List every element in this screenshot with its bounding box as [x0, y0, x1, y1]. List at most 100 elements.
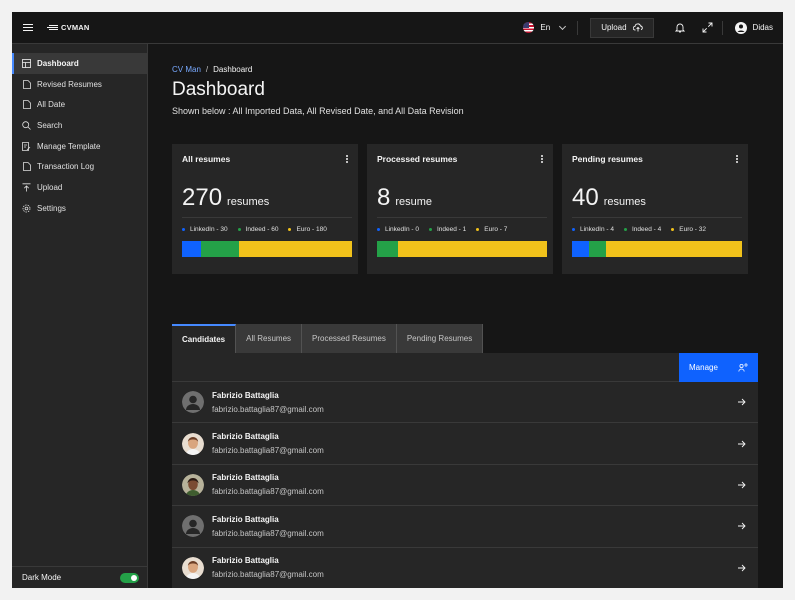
- sidebar-item-label: All Date: [37, 100, 66, 110]
- page-title: Dashboard: [172, 79, 265, 100]
- candidate-list: Fabrizio Battaglia fabrizio.battaglia87@g…: [172, 382, 758, 588]
- arrow-right-icon[interactable]: [737, 398, 746, 407]
- language-selector[interactable]: En: [511, 22, 577, 33]
- breadcrumb-link-cv-man[interactable]: CV Man: [172, 65, 201, 74]
- sidebar-item-label: Manage Template: [37, 141, 101, 151]
- tab-processed-resumes[interactable]: Processed Resumes: [302, 324, 397, 353]
- chevron-down-icon: [559, 22, 567, 30]
- candidates-panel: Manage Fabrizio Battaglia fabrizio.battag…: [172, 353, 758, 588]
- breadcrumb: CV Man / Dashboard: [172, 65, 252, 74]
- sidebar-item-label: Dashboard: [37, 58, 79, 68]
- tab-candidates[interactable]: Candidates: [172, 324, 237, 353]
- summary-cards: All resumes 270 resumes LinkedIn - 30 In…: [172, 144, 748, 274]
- sidebar-item-manage-template[interactable]: Manage Template: [12, 136, 147, 157]
- hamburger-menu-icon[interactable]: [12, 12, 44, 44]
- candidate-row[interactable]: Fabrizio Battaglia fabrizio.battaglia87@g…: [172, 423, 758, 465]
- avatar: [182, 432, 204, 455]
- avatar: [182, 391, 204, 414]
- fullscreen-icon[interactable]: [694, 12, 722, 44]
- card-count: 40: [572, 184, 599, 211]
- dark-mode-label: Dark Mode: [22, 573, 62, 582]
- language-label: En: [540, 23, 551, 32]
- bar-segment-euro: [238, 241, 352, 257]
- arrow-right-icon[interactable]: [737, 480, 746, 489]
- upload-button[interactable]: Upload: [590, 17, 654, 38]
- card-processed-resumes: Processed resumes 8 resume LinkedIn - 0 …: [367, 144, 553, 274]
- bar-segment-linkedin: [572, 241, 589, 257]
- gear-icon: [22, 204, 31, 213]
- candidate-email: fabrizio.battaglia87@gmail.com: [212, 404, 324, 414]
- tab-all-resumes[interactable]: All Resumes: [236, 324, 303, 353]
- candidate-name: Fabrizio Battaglia: [212, 473, 279, 483]
- bar-segment-indeed: [377, 241, 399, 257]
- candidate-row[interactable]: Fabrizio Battaglia fabrizio.battaglia87@g…: [172, 548, 758, 588]
- user-settings-icon: [738, 363, 748, 372]
- notification-bell-icon[interactable]: [666, 12, 694, 44]
- candidate-row[interactable]: Fabrizio Battaglia fabrizio.battaglia87@g…: [172, 506, 758, 548]
- candidate-name: Fabrizio Battaglia: [212, 432, 279, 442]
- arrow-right-icon[interactable]: [737, 563, 746, 572]
- breadcrumb-current: Dashboard: [213, 65, 253, 74]
- upload-icon: [22, 183, 31, 192]
- sidebar-item-revised-resumes[interactable]: Revised Resumes: [12, 74, 147, 95]
- overflow-menu-icon[interactable]: [346, 155, 348, 163]
- card-title: All resumes: [182, 154, 231, 164]
- candidate-row[interactable]: Fabrizio Battaglia fabrizio.battaglia87@g…: [172, 382, 758, 424]
- card-legend: LinkedIn - 0 Indeed - 1 Euro - 7: [377, 226, 543, 233]
- top-header: CVMAN En Upload Didas: [12, 12, 783, 44]
- bar-segment-linkedin: [182, 241, 201, 257]
- dark-mode-row: Dark Mode: [12, 566, 147, 588]
- card-title: Processed resumes: [377, 154, 458, 164]
- dark-mode-toggle[interactable]: [120, 572, 139, 583]
- arrow-right-icon[interactable]: [737, 439, 746, 448]
- candidate-name: Fabrizio Battaglia: [212, 514, 279, 524]
- manage-button-label: Manage: [689, 363, 718, 372]
- document-icon: [22, 100, 31, 110]
- user-menu[interactable]: Didas: [723, 21, 783, 34]
- candidate-email: fabrizio.battaglia87@gmail.com: [212, 528, 324, 538]
- user-avatar-icon: [734, 21, 747, 34]
- legend-indeed: Indeed - 1: [428, 226, 466, 233]
- card-unit: resume: [395, 196, 433, 208]
- bar-segment-indeed: [200, 241, 239, 257]
- document-icon: [22, 79, 31, 89]
- sidebar-item-transaction-log[interactable]: Transaction Log: [12, 156, 147, 177]
- card-pending-resumes: Pending resumes 40 resumes LinkedIn - 4 …: [562, 144, 748, 274]
- sidebar-item-upload[interactable]: Upload: [12, 177, 147, 198]
- tab-pending-resumes[interactable]: Pending Resumes: [396, 324, 484, 353]
- manage-button[interactable]: Manage: [679, 353, 758, 382]
- overflow-menu-icon[interactable]: [541, 155, 543, 163]
- avatar: [182, 556, 204, 579]
- bar-segment-indeed: [589, 241, 606, 257]
- dashboard-icon: [22, 58, 31, 68]
- sidebar-item-settings[interactable]: Settings: [12, 198, 147, 219]
- panel-toolbar: Manage: [172, 353, 758, 382]
- app-logo[interactable]: CVMAN: [46, 23, 90, 32]
- logo-mark-icon: [46, 24, 58, 32]
- card-unit: resumes: [227, 196, 270, 208]
- app-window: CVMAN En Upload Didas Dashboard Revised …: [12, 12, 783, 588]
- legend-linkedin: LinkedIn - 0: [377, 226, 419, 233]
- sidebar-item-label: Revised Resumes: [37, 79, 102, 89]
- cloud-upload-icon: [632, 23, 643, 32]
- legend-linkedin: LinkedIn - 4: [572, 226, 614, 233]
- tab-list: Candidates All Resumes Processed Resumes…: [172, 324, 484, 353]
- sidebar-item-search[interactable]: Search: [12, 115, 147, 136]
- sidebar-item-all-date[interactable]: All Date: [12, 94, 147, 115]
- candidate-name: Fabrizio Battaglia: [212, 390, 279, 400]
- template-icon: [22, 141, 31, 151]
- sidebar-item-dashboard[interactable]: Dashboard: [12, 53, 147, 74]
- app-name: CVMAN: [61, 23, 90, 32]
- arrow-right-icon[interactable]: [737, 522, 746, 531]
- card-title: Pending resumes: [572, 154, 643, 164]
- source-distribution-bar: [182, 241, 352, 257]
- source-distribution-bar: [377, 241, 547, 257]
- main-content: CV Man / Dashboard Dashboard Shown below…: [148, 44, 783, 588]
- card-legend: LinkedIn - 4 Indeed - 4 Euro - 32: [572, 226, 738, 233]
- candidate-email: fabrizio.battaglia87@gmail.com: [212, 446, 324, 456]
- overflow-menu-icon[interactable]: [736, 155, 738, 163]
- user-name: Didas: [752, 23, 773, 32]
- card-unit: resumes: [603, 196, 646, 208]
- candidate-row[interactable]: Fabrizio Battaglia fabrizio.battaglia87@g…: [172, 465, 758, 507]
- legend-euro: Euro - 32: [671, 226, 706, 233]
